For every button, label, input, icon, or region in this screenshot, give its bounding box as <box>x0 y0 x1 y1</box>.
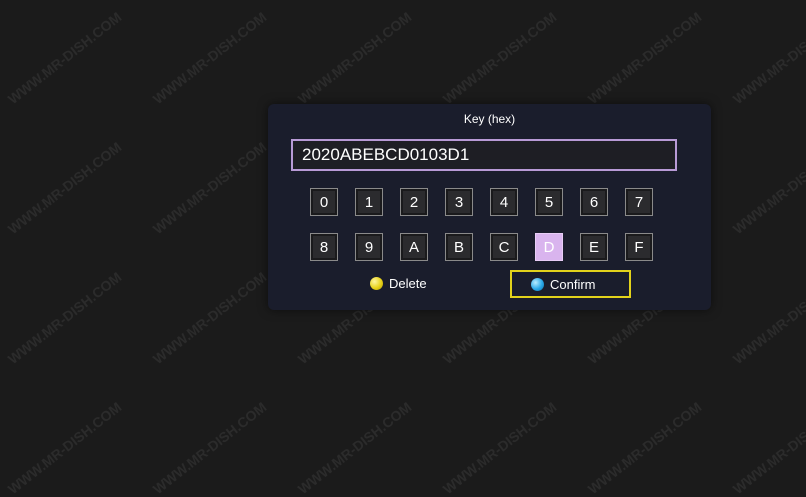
watermark-text: WWW.MR-DISH.COM <box>294 398 415 497</box>
key-6[interactable]: 6 <box>580 188 608 216</box>
watermark-text: WWW.MR-DISH.COM <box>149 138 270 238</box>
dialog-title: Key (hex) <box>463 112 516 126</box>
key-5[interactable]: 5 <box>535 188 563 216</box>
hex-key-dialog: Key (hex) 2020ABEBCD0103D1 0 1 2 3 4 5 6… <box>268 104 711 310</box>
watermark-text: WWW.MR-DISH.COM <box>439 8 560 108</box>
watermark-text: WWW.MR-DISH.COM <box>4 8 125 108</box>
key-a[interactable]: A <box>400 233 428 261</box>
watermark-text: WWW.MR-DISH.COM <box>4 268 125 368</box>
key-0[interactable]: 0 <box>310 188 338 216</box>
key-3[interactable]: 3 <box>445 188 473 216</box>
watermark-text: WWW.MR-DISH.COM <box>4 138 125 238</box>
delete-button[interactable]: Delete <box>370 276 427 291</box>
key-e[interactable]: E <box>580 233 608 261</box>
key-c[interactable]: C <box>490 233 518 261</box>
watermark-text: WWW.MR-DISH.COM <box>584 8 705 108</box>
watermark-text: WWW.MR-DISH.COM <box>149 8 270 108</box>
watermark-text: WWW.MR-DISH.COM <box>439 398 560 497</box>
watermark-text: WWW.MR-DISH.COM <box>729 268 806 368</box>
key-8[interactable]: 8 <box>310 233 338 261</box>
watermark-text: WWW.MR-DISH.COM <box>294 8 415 108</box>
key-1[interactable]: 1 <box>355 188 383 216</box>
key-9[interactable]: 9 <box>355 233 383 261</box>
watermark-text: WWW.MR-DISH.COM <box>4 398 125 497</box>
keyboard-row-2: 8 9 A B C D E F <box>310 233 653 261</box>
watermark-text: WWW.MR-DISH.COM <box>149 398 270 497</box>
key-d[interactable]: D <box>535 233 563 261</box>
watermark-text: WWW.MR-DISH.COM <box>729 8 806 108</box>
key-4[interactable]: 4 <box>490 188 518 216</box>
confirm-button[interactable]: Confirm <box>510 270 631 298</box>
watermark-text: WWW.MR-DISH.COM <box>729 398 806 497</box>
keyboard-row-1: 0 1 2 3 4 5 6 7 <box>310 188 653 216</box>
watermark-text: WWW.MR-DISH.COM <box>149 268 270 368</box>
yellow-dot-icon <box>370 277 383 290</box>
key-b[interactable]: B <box>445 233 473 261</box>
blue-dot-icon <box>531 277 544 291</box>
key-2[interactable]: 2 <box>400 188 428 216</box>
watermark-text: WWW.MR-DISH.COM <box>584 398 705 497</box>
key-7[interactable]: 7 <box>625 188 653 216</box>
delete-label: Delete <box>389 276 427 291</box>
watermark-text: WWW.MR-DISH.COM <box>729 138 806 238</box>
key-f[interactable]: F <box>625 233 653 261</box>
confirm-label: Confirm <box>550 276 596 292</box>
key-input-value: 2020ABEBCD0103D1 <box>302 145 470 164</box>
key-input-field[interactable]: 2020ABEBCD0103D1 <box>291 139 677 171</box>
